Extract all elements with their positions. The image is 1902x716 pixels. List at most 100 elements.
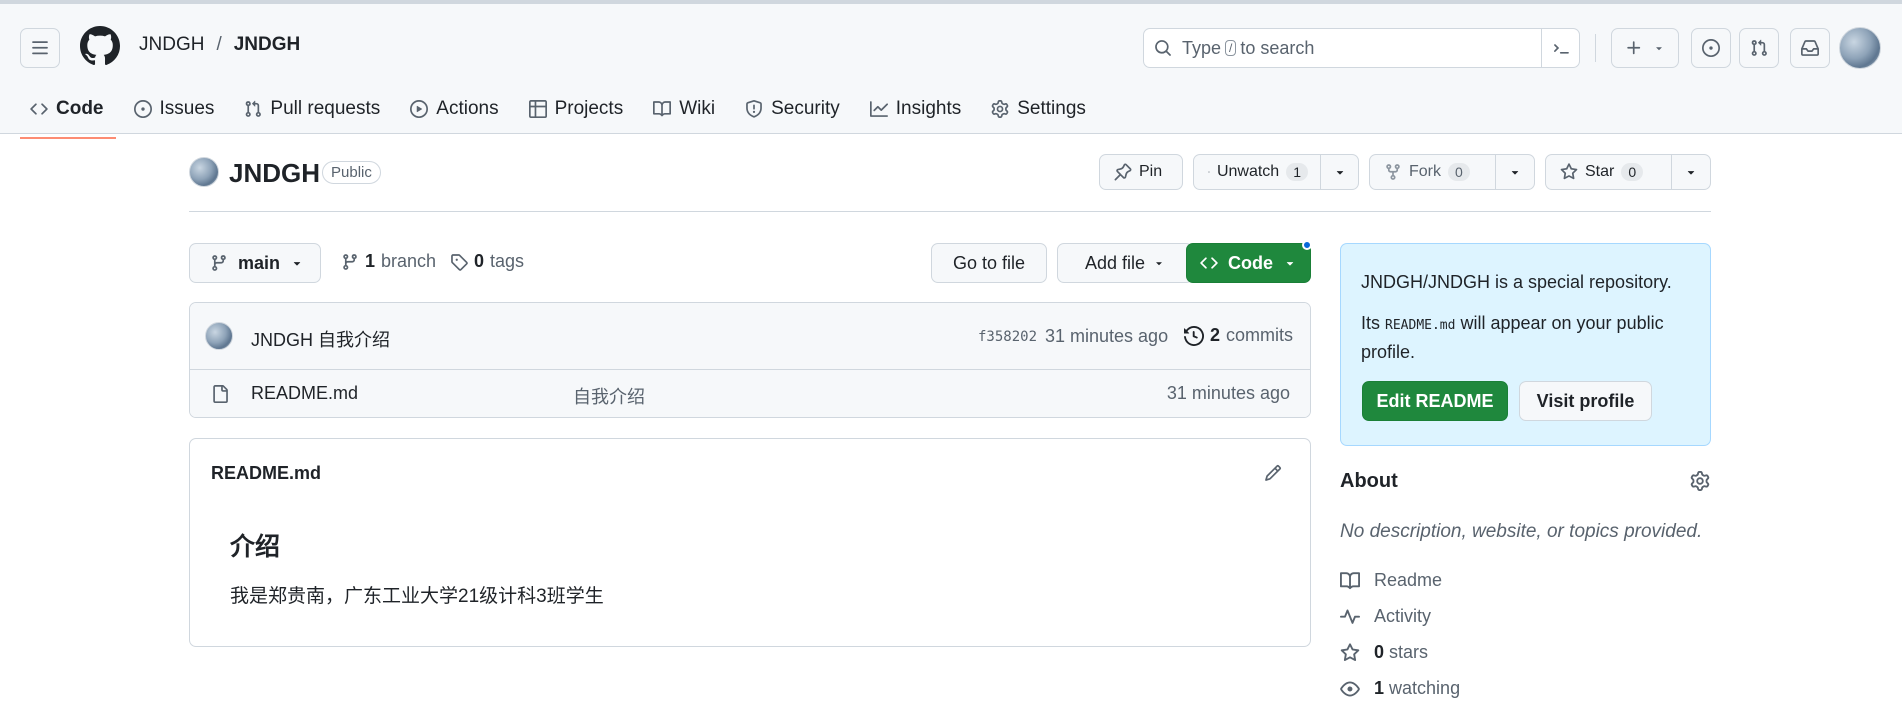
commits-link[interactable]: 2 commits xyxy=(1184,325,1293,346)
star-button[interactable]: Star 0 xyxy=(1546,155,1671,189)
edit-readme-cta[interactable]: Edit README xyxy=(1362,381,1508,421)
inbox-icon xyxy=(1801,40,1819,56)
repo-nav-tabs: Code Issues Pull requests Actions Projec… xyxy=(20,88,1106,139)
search-placeholder-prefix: Type xyxy=(1182,37,1222,58)
create-new-button[interactable] xyxy=(1611,28,1679,68)
menu-button[interactable] xyxy=(20,28,60,68)
breadcrumb-separator: / xyxy=(216,34,222,55)
tab-label: Insights xyxy=(895,98,962,119)
commit-author-message[interactable]: JNDGH 自我介绍 xyxy=(251,326,390,352)
breadcrumb-repo[interactable]: JNDGH xyxy=(234,34,301,56)
issue-icon xyxy=(133,100,152,118)
command-palette-button[interactable] xyxy=(1541,29,1579,67)
repo-title[interactable]: JNDGH xyxy=(229,158,320,189)
book-icon xyxy=(1340,571,1360,589)
fork-button[interactable]: Fork 0 xyxy=(1370,155,1495,189)
tags-link[interactable]: 0 tags xyxy=(450,251,524,272)
file-browser: JNDGH 自我介绍 f358202 31 minutes ago 2 comm… xyxy=(189,302,1311,418)
special-repo-notice: JNDGH/JNDGH is a special repository. Its… xyxy=(1340,243,1711,446)
readme-title[interactable]: README.md xyxy=(211,463,321,484)
code-icon xyxy=(1200,257,1218,269)
go-to-file-button[interactable]: Go to file xyxy=(931,243,1047,283)
fork-dropdown[interactable] xyxy=(1494,155,1534,189)
about-watching-link[interactable]: 1 watching xyxy=(1340,678,1460,699)
pin-button[interactable]: Pin xyxy=(1099,154,1183,190)
commit-sha[interactable]: f358202 xyxy=(978,329,1037,345)
special-repo-name[interactable]: JNDGH/JNDGH xyxy=(1361,272,1490,292)
commit-count-label: commits xyxy=(1226,325,1294,345)
special-line-2-prefix: Its xyxy=(1361,313,1386,333)
play-icon xyxy=(410,100,429,118)
gear-icon xyxy=(991,100,1009,118)
git-branch-icon xyxy=(212,255,226,271)
commit-author-avatar[interactable] xyxy=(205,322,233,350)
search-input[interactable]: Type / to search xyxy=(1143,28,1580,68)
file-row[interactable]: README.md 自我介绍 31 minutes ago xyxy=(190,370,1310,417)
caret-down-icon xyxy=(1336,171,1343,175)
history-icon xyxy=(1184,325,1204,346)
watch-dropdown[interactable] xyxy=(1320,155,1358,189)
branch-selector[interactable]: main xyxy=(189,243,321,283)
pencil-icon xyxy=(1265,465,1281,481)
user-avatar[interactable] xyxy=(1839,27,1881,69)
github-logo[interactable] xyxy=(80,26,120,66)
add-file-label: Add file xyxy=(1084,252,1146,273)
latest-commit-row: JNDGH 自我介绍 f358202 31 minutes ago 2 comm… xyxy=(190,303,1310,370)
tab-label: Code xyxy=(56,98,104,119)
eye-icon xyxy=(1340,681,1360,696)
readme-panel: README.md 介绍 我是郑贵南，广东工业大学21级计科3班学生 xyxy=(189,438,1311,647)
about-settings-button[interactable] xyxy=(1690,471,1710,491)
visibility-badge: Public xyxy=(322,161,381,184)
issues-button[interactable] xyxy=(1691,28,1731,68)
readme-heading: 介绍 xyxy=(230,533,281,561)
plus-icon xyxy=(1627,41,1641,55)
notification-dot xyxy=(1302,240,1312,250)
eye-icon xyxy=(1208,171,1210,173)
tab-actions[interactable]: Actions xyxy=(400,88,510,138)
search-placeholder-suffix: to search xyxy=(1240,37,1315,58)
repo-owner-avatar[interactable] xyxy=(189,157,219,187)
github-mark-icon xyxy=(80,26,120,66)
code-icon xyxy=(30,103,48,115)
tab-code[interactable]: Code xyxy=(20,88,116,139)
tag-count: 0 xyxy=(474,251,485,271)
about-readme-link[interactable]: Readme xyxy=(1340,570,1442,591)
file-time: 31 minutes ago xyxy=(1166,383,1290,403)
add-file-button[interactable]: Add file xyxy=(1057,243,1193,283)
about-activity-link[interactable]: Activity xyxy=(1340,606,1431,627)
graph-icon xyxy=(869,101,888,117)
visit-profile-button[interactable]: Visit profile xyxy=(1519,381,1652,421)
inbox-button[interactable] xyxy=(1790,28,1830,68)
special-line-1-text: is a special repository. xyxy=(1490,272,1672,292)
about-stars-link[interactable]: 0 stars xyxy=(1340,642,1428,663)
star-dropdown[interactable] xyxy=(1670,155,1710,189)
about-watching-label: watching xyxy=(1389,678,1461,698)
pin-icon xyxy=(1114,163,1132,181)
tab-issues[interactable]: Issues xyxy=(124,88,227,138)
caret-down-icon xyxy=(1656,47,1662,51)
caret-down-icon xyxy=(1156,262,1162,266)
code-label: Code xyxy=(1228,252,1273,273)
file-name[interactable]: README.md xyxy=(251,383,358,404)
pull-requests-button[interactable] xyxy=(1739,28,1779,68)
breadcrumb: JNDGH / JNDGH xyxy=(139,34,300,56)
tab-projects[interactable]: Projects xyxy=(519,88,636,138)
terminal-icon xyxy=(1553,44,1569,54)
unwatch-button[interactable]: Unwatch 1 xyxy=(1194,155,1320,189)
tab-wiki[interactable]: Wiki xyxy=(643,88,727,138)
tab-label: Security xyxy=(771,98,840,119)
about-readme-label: Readme xyxy=(1374,570,1443,590)
tab-pull-requests[interactable]: Pull requests xyxy=(234,88,392,138)
caret-down-icon xyxy=(1511,171,1518,175)
commit-time: 31 minutes ago xyxy=(1045,326,1169,346)
caret-down-icon xyxy=(1286,262,1294,266)
code-button[interactable]: Code xyxy=(1186,240,1312,283)
tab-settings[interactable]: Settings xyxy=(981,88,1098,138)
tab-insights[interactable]: Insights xyxy=(860,88,973,138)
tab-security[interactable]: Security xyxy=(735,88,852,138)
tag-label: tags xyxy=(490,251,525,271)
edit-readme-button[interactable] xyxy=(1264,464,1282,482)
file-commit-message[interactable]: 自我介绍 xyxy=(573,383,645,409)
breadcrumb-owner[interactable]: JNDGH xyxy=(139,34,204,56)
branches-link[interactable]: 1 branch xyxy=(341,251,436,272)
